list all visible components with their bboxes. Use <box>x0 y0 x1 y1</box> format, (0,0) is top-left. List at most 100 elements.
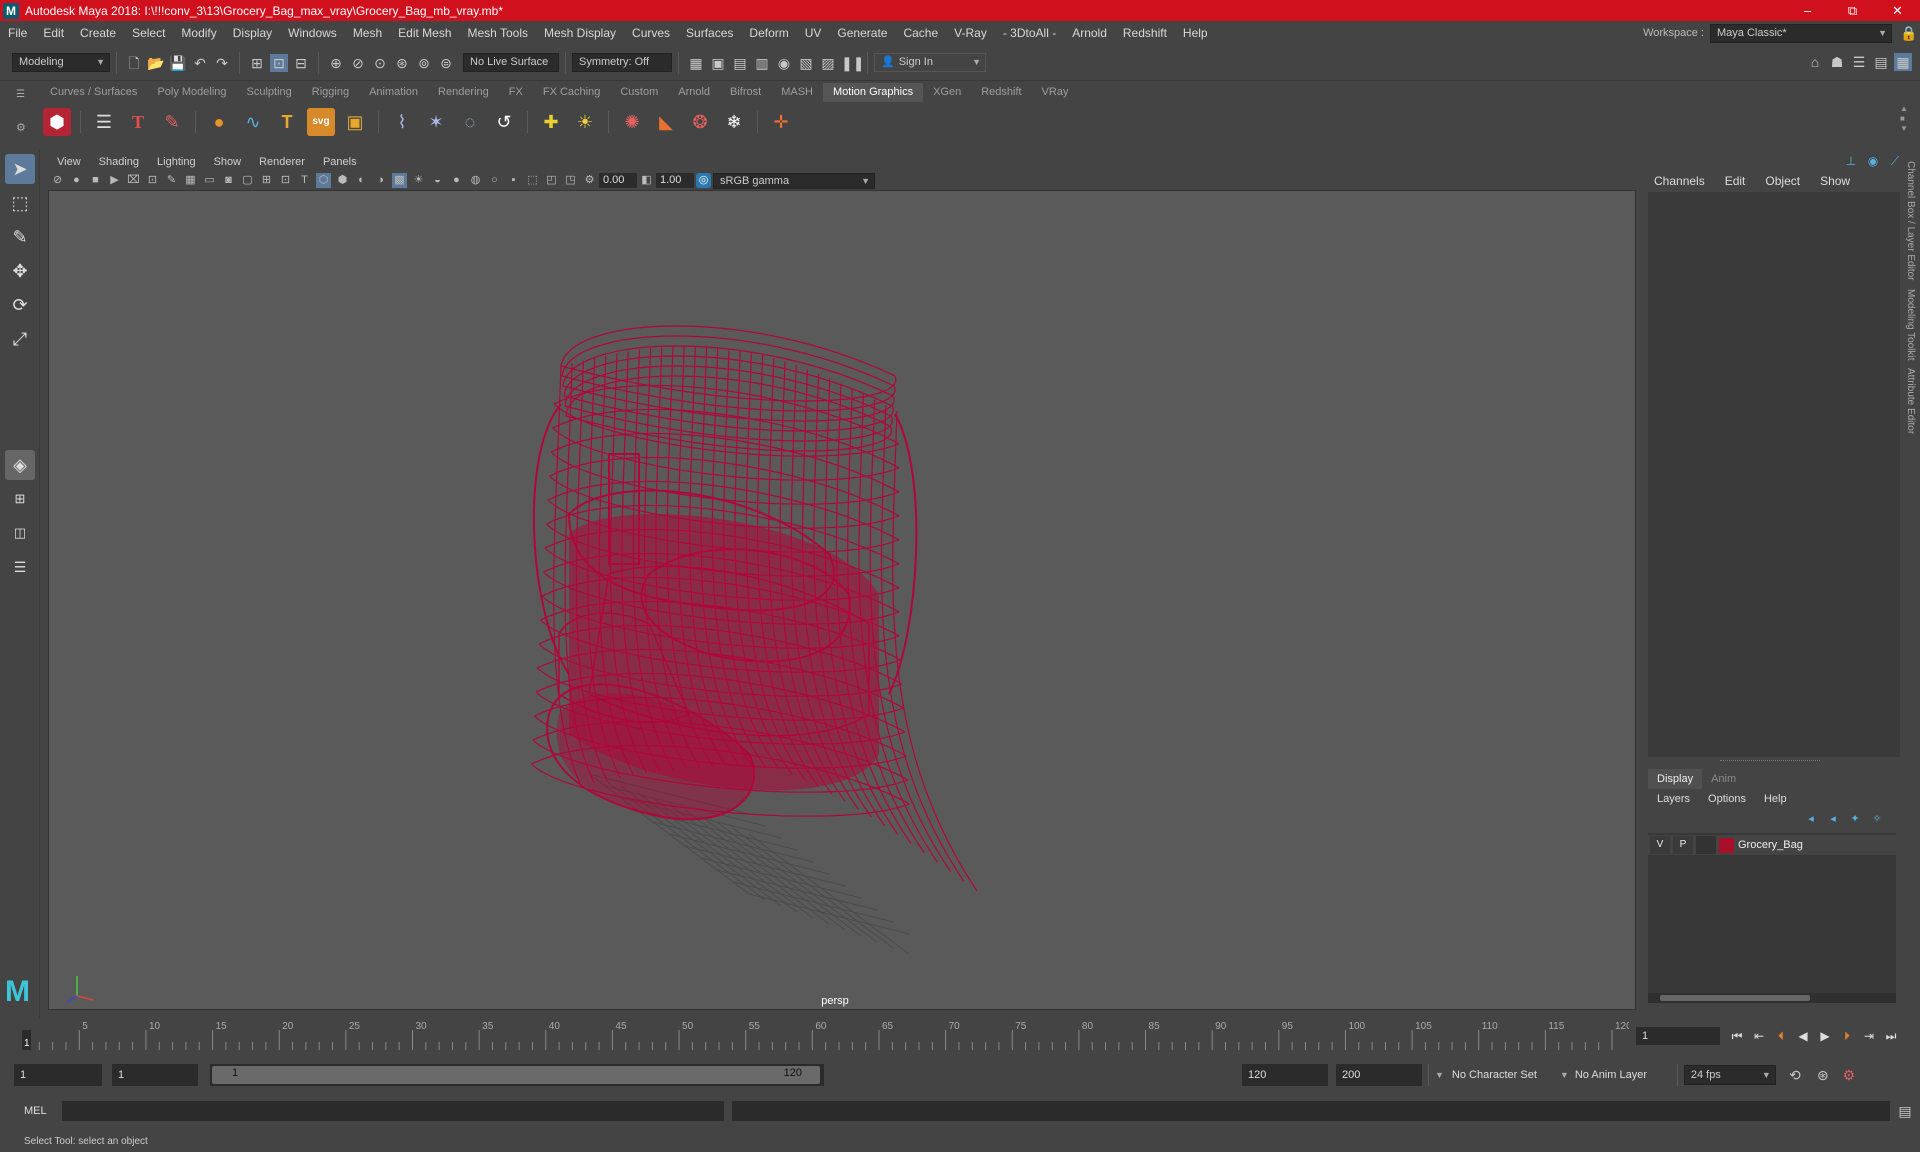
svg-icon[interactable]: svg <box>307 108 335 136</box>
sphere-icon[interactable]: ● <box>205 108 233 136</box>
channel-menu-channels[interactable]: Channels <box>1644 174 1715 188</box>
shelf-scroll[interactable]: ▲ ■ ▼ <box>1900 104 1908 134</box>
field-chart-icon[interactable]: ⊞ <box>259 173 274 188</box>
snowflake-icon[interactable]: ❄ <box>720 108 748 136</box>
script-editor-icon[interactable]: ▤ <box>1896 1102 1914 1120</box>
menu-curves[interactable]: Curves <box>624 21 678 45</box>
shelf-tab-redshift[interactable]: Redshift <box>971 83 1031 102</box>
light-icon[interactable]: ☀ <box>571 108 599 136</box>
viewport-menu-panels[interactable]: Panels <box>314 153 366 171</box>
film-gate-icon[interactable]: ▭ <box>202 173 217 188</box>
layer-tab-display[interactable]: Display <box>1648 769 1703 789</box>
grid-icon[interactable]: ▦ <box>183 173 198 188</box>
particles-icon[interactable]: ✺ <box>618 108 646 136</box>
render-frame-icon[interactable]: ▣ <box>709 54 727 72</box>
playback-start-field[interactable]: 1 <box>112 1064 198 1086</box>
viewport-canvas[interactable] <box>49 154 1637 1011</box>
menu-mesh-tools[interactable]: Mesh Tools <box>460 21 536 45</box>
menu-mesh-display[interactable]: Mesh Display <box>536 21 624 45</box>
anim-layer-icon[interactable]: ▼ <box>1560 1070 1569 1080</box>
safe-action-icon[interactable]: ⊡ <box>278 173 293 188</box>
loop-icon[interactable]: ⟲ <box>1786 1066 1804 1084</box>
layer-list-scrollbar[interactable] <box>1648 993 1896 1003</box>
save-scene-icon[interactable]: 💾 <box>169 54 187 72</box>
channel-box-area[interactable] <box>1648 192 1900 757</box>
minimize-button[interactable]: – <box>1785 0 1830 21</box>
time-slider[interactable]: 5 10 15 20 25 30 35 40 45 50 55 60 65 70 75 80 85 90 95 100… <box>22 1020 1629 1050</box>
grease-pencil-icon[interactable]: ✎ <box>164 173 179 188</box>
depth-of-field-icon[interactable]: ▪ <box>506 173 521 188</box>
play-backward-icon[interactable]: ◀ <box>1792 1025 1814 1047</box>
menu-surfaces[interactable]: Surfaces <box>678 21 741 45</box>
new-scene-icon[interactable]: 🗋 <box>125 54 143 72</box>
resolution-gate-icon[interactable]: ◙ <box>221 173 236 188</box>
step-forward-key-icon[interactable]: ⇥ <box>1858 1025 1880 1047</box>
twist-icon[interactable]: ↺ <box>490 108 518 136</box>
ambient-occlusion-icon[interactable]: ● <box>449 173 464 188</box>
workspace-select[interactable]: Maya Classic* ▼ <box>1710 23 1892 43</box>
camera-select-icon[interactable]: ⊘ <box>50 173 65 188</box>
select-component-icon[interactable]: ⊟ <box>292 54 310 72</box>
menu-file[interactable]: File <box>0 21 35 45</box>
single-view-icon[interactable]: ◈ <box>5 450 35 480</box>
snap-surface-icon[interactable]: ⊚ <box>415 54 433 72</box>
curve-icon[interactable]: ∿ <box>239 108 267 136</box>
snap-grid-icon[interactable]: ⊕ <box>327 54 345 72</box>
step-back-frame-icon[interactable]: ⏴ <box>1770 1025 1792 1047</box>
brush-icon[interactable]: ✎ <box>158 108 186 136</box>
open-scene-icon[interactable]: 📂 <box>147 54 165 72</box>
new-empty-layer-icon[interactable]: ✦ <box>1846 810 1864 828</box>
textured-icon[interactable]: ◑ <box>373 173 388 188</box>
shelf-tab-bifrost[interactable]: Bifrost <box>720 83 771 102</box>
shelf-tab-motion-graphics[interactable]: Motion Graphics <box>823 83 924 102</box>
text-icon[interactable]: T <box>273 108 301 136</box>
restore-button[interactable]: ⧉ <box>1830 0 1875 21</box>
character-set-label[interactable]: No Character Set <box>1452 1069 1560 1081</box>
menu-display[interactable]: Display <box>225 21 280 45</box>
shelf-tab-rendering[interactable]: Rendering <box>428 83 499 102</box>
animation-end-field[interactable]: 200 <box>1336 1064 1422 1086</box>
camera-lock-icon[interactable]: ● <box>69 173 84 188</box>
isolate-select-icon[interactable]: ⬚ <box>525 173 540 188</box>
layer-visibility-toggle[interactable]: V <box>1650 836 1670 854</box>
bookmark-icon[interactable]: ■ <box>88 173 103 188</box>
step-back-key-icon[interactable]: ⇤ <box>1748 1025 1770 1047</box>
snap-live-icon[interactable]: ⊜ <box>437 54 455 72</box>
playback-end-field[interactable]: 120 <box>1242 1064 1328 1086</box>
shelf-tab-fx-caching[interactable]: FX Caching <box>533 83 610 102</box>
snap-point-icon[interactable]: ⊙ <box>371 54 389 72</box>
type-tool-icon[interactable]: T <box>124 108 152 136</box>
menu-deform[interactable]: Deform <box>741 21 796 45</box>
move-layer-down-icon[interactable]: ◂ <box>1824 810 1842 828</box>
exposure-field[interactable]: 0.00 <box>599 173 637 188</box>
channel-menu-show[interactable]: Show <box>1810 174 1860 188</box>
safe-title-icon[interactable]: T <box>297 173 312 188</box>
select-tool-icon[interactable]: ➤ <box>5 154 35 184</box>
snap-view-icon[interactable]: ⊛ <box>393 54 411 72</box>
scale-tool-icon[interactable]: ⤢ <box>5 324 35 354</box>
menu-set-select[interactable]: Modeling ▼ <box>12 53 110 72</box>
step-forward-frame-icon[interactable]: ⏵ <box>1836 1025 1858 1047</box>
command-input[interactable] <box>62 1101 724 1121</box>
lock-icon[interactable]: 🔒 <box>1900 24 1918 42</box>
wireframe-icon[interactable]: ⬡ <box>316 173 331 188</box>
viewport-panel[interactable] <box>48 153 1636 1010</box>
channel-box-toggle-icon[interactable]: ⊥ <box>1842 152 1860 170</box>
sign-in-button[interactable]: 👤 Sign In ▼ <box>874 53 986 72</box>
character-controls-icon[interactable]: ☗ <box>1828 53 1846 71</box>
shelf-tab-arnold[interactable]: Arnold <box>668 83 720 102</box>
shelf-tab-rigging[interactable]: Rigging <box>302 83 359 102</box>
gamma-icon[interactable]: ◧ <box>639 173 654 188</box>
channel-menu-edit[interactable]: Edit <box>1715 174 1756 188</box>
layer-menu-options[interactable]: Options <box>1699 789 1755 809</box>
shadows-icon[interactable]: ◒ <box>430 173 445 188</box>
layer-color-swatch[interactable] <box>1719 837 1734 853</box>
ipr-render-icon[interactable]: ▤ <box>731 54 749 72</box>
shelf-tab-vray[interactable]: VRay <box>1032 83 1079 102</box>
menu-modify[interactable]: Modify <box>173 21 224 45</box>
render-settings-icon[interactable]: ▥ <box>753 54 771 72</box>
gate-mask-icon[interactable]: ▢ <box>240 173 255 188</box>
menu-edit[interactable]: Edit <box>35 21 72 45</box>
auto-key-icon[interactable]: ⊛ <box>1814 1066 1832 1084</box>
redo-icon[interactable]: ↷ <box>213 54 231 72</box>
